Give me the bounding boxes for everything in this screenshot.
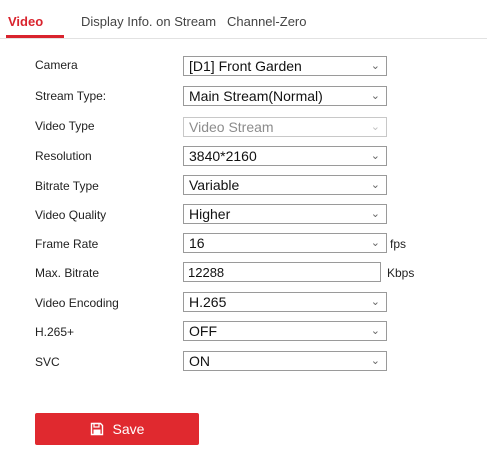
svc-label: SVC [35, 355, 60, 369]
floppy-disk-icon [90, 422, 103, 436]
resolution-select-value: 3840*2160 [189, 148, 257, 164]
frame-rate-select[interactable]: 16 ⌄ [183, 233, 387, 253]
svc-select[interactable]: ON ⌄ [183, 351, 387, 371]
h265-plus-select[interactable]: OFF ⌄ [183, 321, 387, 341]
h265-plus-label: H.265+ [35, 325, 75, 339]
bitrate-type-label: Bitrate Type [35, 179, 99, 193]
stream-type-select-value: Main Stream(Normal) [189, 88, 323, 104]
max-bitrate-label: Max. Bitrate [35, 266, 100, 280]
video-quality-select-value: Higher [189, 206, 231, 222]
chevron-down-icon: ⌄ [370, 150, 380, 162]
chevron-down-icon: ⌄ [370, 237, 380, 249]
camera-select[interactable]: [D1] Front Garden ⌄ [183, 56, 387, 76]
video-type-label: Video Type [35, 119, 95, 133]
video-encoding-label: Video Encoding [35, 296, 119, 310]
frame-rate-label: Frame Rate [35, 237, 99, 251]
max-bitrate-input[interactable] [183, 262, 381, 282]
video-quality-label: Video Quality [35, 208, 107, 222]
chevron-down-icon: ⌄ [370, 325, 380, 337]
tab-video[interactable]: Video [8, 14, 43, 29]
camera-label: Camera [35, 58, 78, 72]
stream-type-select[interactable]: Main Stream(Normal) ⌄ [183, 86, 387, 106]
chevron-down-icon: ⌄ [370, 90, 380, 102]
chevron-down-icon: ⌄ [370, 355, 380, 367]
chevron-down-icon: ⌄ [370, 296, 380, 308]
svc-select-value: ON [189, 353, 210, 369]
stream-type-label: Stream Type: [35, 89, 107, 103]
max-bitrate-unit: Kbps [387, 266, 415, 280]
video-encoding-select-value: H.265 [189, 294, 227, 310]
video-type-select: Video Stream ⌄ [183, 117, 387, 137]
video-type-select-value: Video Stream [189, 119, 274, 135]
video-encoding-select[interactable]: H.265 ⌄ [183, 292, 387, 312]
video-quality-select[interactable]: Higher ⌄ [183, 204, 387, 224]
frame-rate-select-value: 16 [189, 235, 205, 251]
h265-plus-select-value: OFF [189, 323, 217, 339]
bitrate-type-select-value: Variable [189, 177, 240, 193]
resolution-label: Resolution [35, 149, 92, 163]
tab-display-info-on-stream[interactable]: Display Info. on Stream [81, 14, 216, 29]
tab-bar: Video Display Info. on Stream Channel-Ze… [0, 0, 487, 39]
active-tab-indicator [6, 35, 64, 38]
bitrate-type-select[interactable]: Variable ⌄ [183, 175, 387, 195]
resolution-select[interactable]: 3840*2160 ⌄ [183, 146, 387, 166]
camera-select-value: [D1] Front Garden [189, 58, 302, 74]
chevron-down-icon: ⌄ [370, 179, 380, 191]
save-button[interactable]: Save [35, 413, 199, 445]
save-button-label: Save [112, 421, 145, 437]
tab-channel-zero[interactable]: Channel-Zero [227, 14, 307, 29]
chevron-down-icon: ⌄ [370, 60, 380, 72]
chevron-down-icon: ⌄ [370, 208, 380, 220]
frame-rate-unit: fps [390, 237, 407, 251]
chevron-down-icon: ⌄ [370, 121, 380, 133]
